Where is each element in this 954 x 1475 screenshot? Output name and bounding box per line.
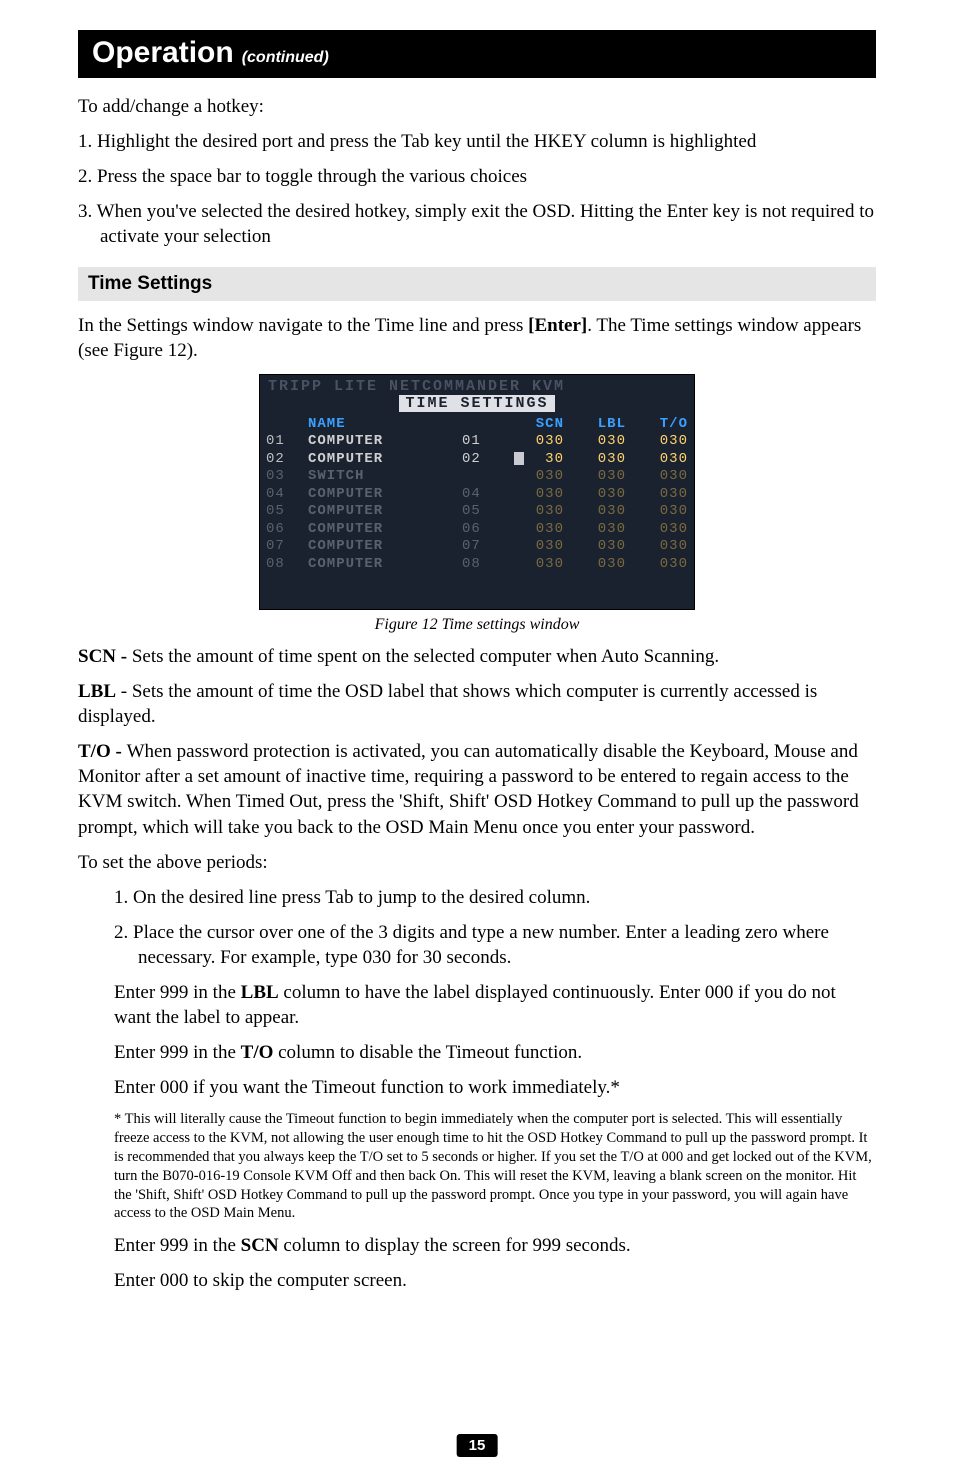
- timeout-footnote: * This will literally cause the Timeout …: [114, 1110, 876, 1223]
- osd-header-row: NAME SCN LBL T/O: [260, 416, 694, 434]
- enter-key: [Enter]: [528, 315, 587, 336]
- osd-table: NAME SCN LBL T/O 01COMPUTER0103003003002…: [260, 416, 694, 574]
- osd-row: 07COMPUTER07030030030: [260, 538, 694, 556]
- step-3: 3. When you've selected the desired hotk…: [78, 199, 876, 249]
- osd-row: 08COMPUTER08030030030: [260, 556, 694, 574]
- definitions: SCN - Sets the amount of time spent on t…: [78, 644, 876, 875]
- to-label: T/O -: [78, 741, 127, 762]
- to-def: When password protection is activated, y…: [78, 741, 859, 837]
- lbl-999: Enter 999 in the LBL column to have the …: [114, 980, 876, 1030]
- settings-intro: In the Settings window navigate to the T…: [78, 313, 876, 363]
- osd-titlebar: TIME SETTINGS: [260, 395, 694, 416]
- periods-intro: To set the above periods:: [78, 850, 876, 875]
- to-000: Enter 000 if you want the Timeout functi…: [114, 1075, 876, 1100]
- osd-row: 06COMPUTER06030030030: [260, 521, 694, 539]
- scn-000: Enter 000 to skip the computer screen.: [114, 1268, 876, 1293]
- col-name: NAME: [302, 416, 456, 434]
- col-scn: SCN: [508, 416, 570, 434]
- osd-brand: TRIPP LITE NETCOMMANDER KVM: [260, 375, 694, 395]
- osd-row: 04COMPUTER04030030030: [260, 486, 694, 504]
- time-settings-heading: Time Settings: [78, 267, 876, 301]
- step-1: 1. Highlight the desired port and press …: [78, 129, 876, 154]
- page: Operation (continued) To add/change a ho…: [0, 0, 954, 1475]
- periods-list: 1. On the desired line press Tab to jump…: [114, 885, 876, 1294]
- lbl-label: LBL: [78, 681, 116, 702]
- osd-row: 02COMPUTER02 30030030: [260, 451, 694, 469]
- scn-label: SCN -: [78, 646, 132, 667]
- settings-text-a: In the Settings window navigate to the T…: [78, 315, 528, 336]
- to-999: Enter 999 in the T/O column to disable t…: [114, 1040, 876, 1065]
- figure-caption: Figure 12 Time settings window: [78, 616, 876, 634]
- section-title: Operation: [92, 36, 234, 69]
- osd-row: 01COMPUTER01030030030: [260, 433, 694, 451]
- period-step-2: 2. Place the cursor over one of the 3 di…: [114, 920, 876, 970]
- section-continued: (continued): [242, 49, 329, 66]
- period-step-1: 1. On the desired line press Tab to jump…: [114, 885, 876, 910]
- osd-row: 05COMPUTER05030030030: [260, 503, 694, 521]
- section-header: Operation (continued): [78, 30, 876, 78]
- figure-12: TRIPP LITE NETCOMMANDER KVM TIME SETTING…: [78, 374, 876, 611]
- scn-999: Enter 999 in the SCN column to display t…: [114, 1233, 876, 1258]
- osd-window: TRIPP LITE NETCOMMANDER KVM TIME SETTING…: [259, 374, 695, 611]
- osd-title: TIME SETTINGS: [399, 395, 554, 412]
- osd-row: 03SWITCH030030030: [260, 468, 694, 486]
- scn-def: Sets the amount of time spent on the sel…: [132, 646, 719, 667]
- intro-text: To add/change a hotkey:: [78, 94, 876, 119]
- step-2: 2. Press the space bar to toggle through…: [78, 164, 876, 189]
- body: To add/change a hotkey: 1. Highlight the…: [78, 94, 876, 249]
- page-number: 15: [457, 1434, 498, 1457]
- col-lbl: LBL: [570, 416, 632, 434]
- col-to: T/O: [632, 416, 694, 434]
- lbl-def: - Sets the amount of time the OSD label …: [78, 681, 817, 727]
